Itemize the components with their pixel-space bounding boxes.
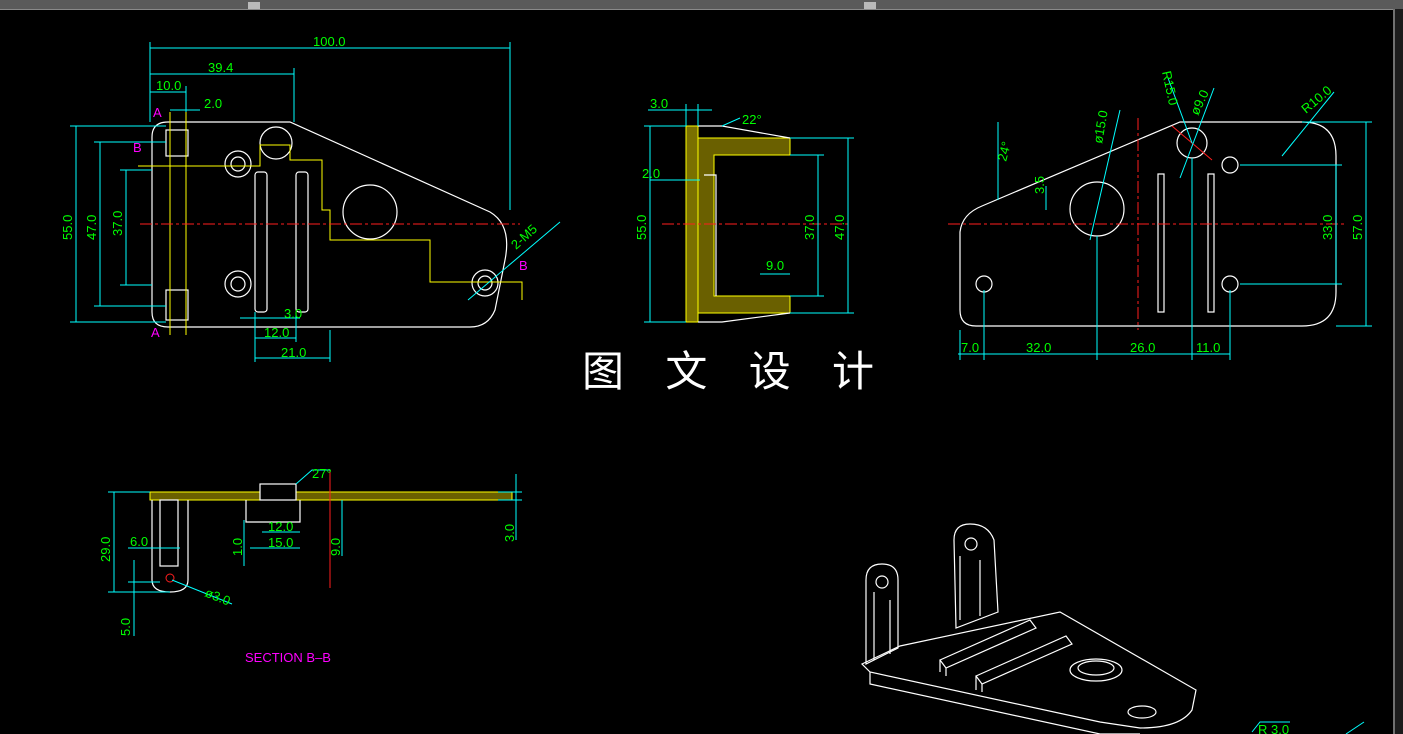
front-hole-lower <box>224 270 252 298</box>
cad-drawing-canvas[interactable]: 100.0 39.4 10.0 2.0 55.0 47.0 37.0 3.0 1… <box>0 9 1393 734</box>
section-mark-a-bottom: A <box>151 325 160 340</box>
dim-sec-3-label: 3.0 <box>502 524 517 542</box>
section-mark-b-right: B <box>519 258 528 273</box>
dim-dia15-label: ø15.0 <box>1090 109 1111 144</box>
dim-r15-label: R15.0 <box>1159 70 1181 107</box>
iso-base-plate <box>860 611 1197 729</box>
dim-side-9-label: 9.0 <box>766 258 784 273</box>
dim-sec-6-label: 6.0 <box>130 534 148 549</box>
front-pin-boss <box>259 126 293 160</box>
front-large-hole <box>342 184 398 240</box>
dim-12-label: 12.0 <box>264 325 289 340</box>
section-view: 27° 29.0 6.0 1.0 12.0 15.0 9.0 3.0 ø3.0 … <box>98 466 522 665</box>
iso-rail-ends <box>939 660 983 692</box>
section-mark-a-top: A <box>153 105 162 120</box>
section-tab-slot <box>159 499 179 567</box>
dim-3-label: 3.0 <box>284 306 302 321</box>
corner-label: R 3.0 <box>1251 721 1365 734</box>
section-boss <box>259 483 297 501</box>
dim-side-37-label: 37.0 <box>802 215 817 240</box>
iso-left-lug-hole <box>875 575 889 589</box>
dim-2-label: 2.0 <box>204 96 222 111</box>
dim-side-22 <box>721 117 741 127</box>
iso-right-lug-slot <box>959 556 981 620</box>
front-tab-bottom <box>165 289 189 321</box>
dim-side-3-label: 3.0 <box>650 96 668 111</box>
dim-side-47-label: 47.0 <box>832 215 847 240</box>
front-mount-hole-inner <box>477 275 493 291</box>
dim-dia9-label: ø9.0 <box>1187 87 1212 117</box>
dim-26-label: 26.0 <box>1130 340 1155 355</box>
iso-large-hole-inner <box>1077 660 1115 676</box>
dim-m5-label: 2-M5 <box>508 221 540 252</box>
dim-3-5-label: 3.5 <box>1032 176 1047 194</box>
dim-sec-1-label: 1.0 <box>230 538 245 556</box>
front-slot-1 <box>254 171 268 313</box>
scroll-nub-right[interactable] <box>864 2 876 9</box>
iso-small-hole <box>1127 705 1157 719</box>
iso-rails <box>939 619 1073 685</box>
isometric-view <box>860 523 1197 734</box>
dim-100 <box>149 42 511 210</box>
section-mark-b-left: B <box>133 140 142 155</box>
right-hole-left <box>975 275 993 293</box>
dim-sec-15-label: 15.0 <box>268 535 293 550</box>
right-view: R15.0 ø9.0 R10.0 ø15.0 24° 3.5 33.0 57.0… <box>948 70 1372 360</box>
dim-39-4 <box>150 68 295 122</box>
scroll-nub-left[interactable] <box>248 2 260 9</box>
front-hole-lower-inner <box>230 276 246 292</box>
iso-large-hole <box>1069 658 1123 682</box>
dim-right-baseline <box>958 158 1231 360</box>
dim-47-label: 47.0 <box>84 215 99 240</box>
iso-left-lug-slot <box>873 592 891 660</box>
front-view: 100.0 39.4 10.0 2.0 55.0 47.0 37.0 3.0 1… <box>60 34 561 362</box>
dim-21-label: 21.0 <box>281 345 306 360</box>
section-title: SECTION B–B <box>245 650 331 665</box>
front-hole-upper <box>224 150 252 178</box>
vertical-scrollbar[interactable] <box>1393 9 1403 734</box>
side-view: 3.0 22° 2.0 55.0 37.0 47.0 9.0 <box>634 96 854 323</box>
front-hole-upper-inner <box>230 156 246 172</box>
dim-10-label: 10.0 <box>156 78 181 93</box>
watermark-text: 图 文 设 计 <box>582 347 888 396</box>
dim-55-label: 55.0 <box>60 215 75 240</box>
section-tab <box>151 500 189 593</box>
dim-sec-9-label: 9.0 <box>328 538 343 556</box>
dim-side-55-label: 55.0 <box>634 215 649 240</box>
dim-r10-label: R10.0 <box>1298 83 1334 117</box>
dim-32-label: 32.0 <box>1026 340 1051 355</box>
side-channel <box>697 137 791 314</box>
right-slot-1 <box>1157 173 1165 313</box>
dim-right-33-label: 33.0 <box>1320 215 1335 240</box>
dim-37-label: 37.0 <box>110 211 125 236</box>
dim-11-label: 11.0 <box>1196 340 1220 355</box>
corner-label-text: R 3.0 <box>1258 722 1289 734</box>
dim-24-label: 24° <box>994 140 1014 163</box>
dim-side-2-label: 2.0 <box>642 166 660 181</box>
section-plate <box>149 491 513 501</box>
front-tab-top <box>165 129 189 157</box>
dim-100-label: 100.0 <box>313 34 346 49</box>
dim-sec-12-label: 12.0 <box>268 519 293 534</box>
right-hole-top <box>1221 156 1239 174</box>
dim-side-22-label: 22° <box>742 112 762 127</box>
section-line-b <box>138 144 523 300</box>
iso-right-lug-hole <box>964 537 978 551</box>
dim-sec-5-label: 5.0 <box>118 618 133 636</box>
dim-sec-27-label: 27° <box>312 466 332 481</box>
dim-right-57-label: 57.0 <box>1350 215 1365 240</box>
dim-m5-leader <box>467 221 561 301</box>
front-mount-hole <box>471 269 499 297</box>
right-slot-2 <box>1207 173 1215 313</box>
dim-sec-dia3-label: ø3.0 <box>203 585 233 609</box>
right-hole-bottom <box>1221 275 1239 293</box>
dim-sec-29-label: 29.0 <box>98 537 113 562</box>
front-slot-2 <box>295 171 309 313</box>
dim-39-4-label: 39.4 <box>208 60 233 75</box>
dim-7-label: 7.0 <box>961 340 979 355</box>
